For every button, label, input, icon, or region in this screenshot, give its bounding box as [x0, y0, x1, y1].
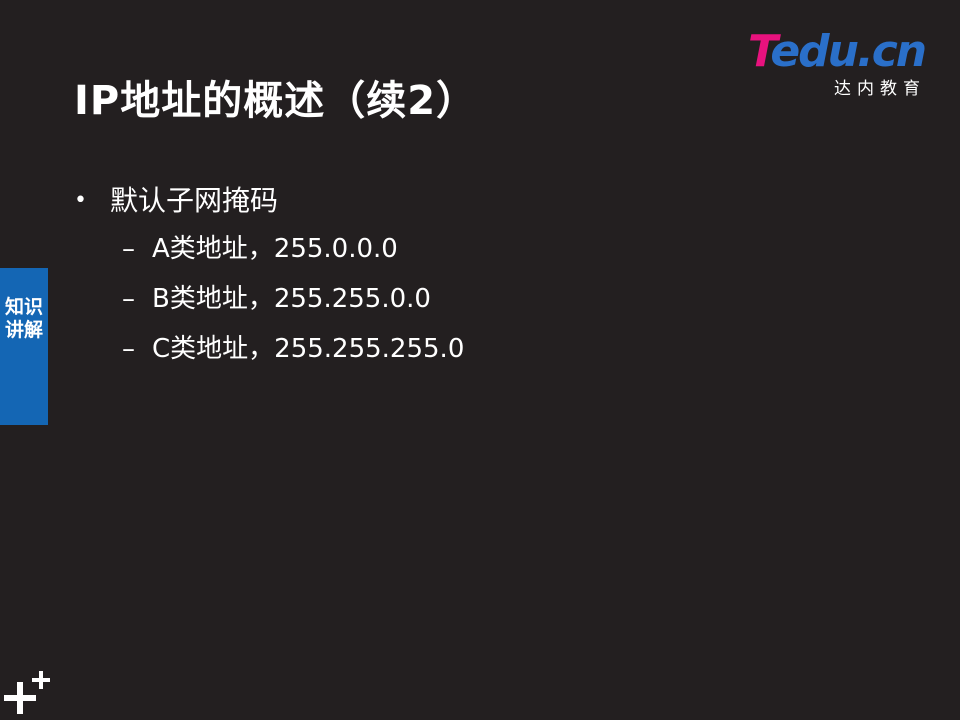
sub-bullet-dash: –: [122, 234, 135, 264]
sub-bullet-dash: –: [122, 334, 135, 364]
section-tab-label: 知识讲解: [4, 296, 43, 341]
bullet-dot: •: [74, 188, 87, 213]
logo-letter-t: T: [748, 26, 772, 77]
bullet-text: 默认子网掩码: [110, 184, 279, 217]
bullet-item: • 默认子网掩码: [74, 178, 874, 224]
tedu-logo: Tedu.cn 达内教育: [748, 26, 930, 100]
logo-domain: edu.cn: [770, 26, 927, 77]
sub-bullet-text: B类地址，255.255.0.0: [152, 284, 431, 314]
logo-wordmark: Tedu.cn: [748, 26, 927, 77]
slide: IP地址的概述（续2） Tedu.cn 达内教育 • 默认子网掩码 – A类地址…: [0, 0, 960, 720]
section-tab: 知识讲解: [0, 268, 48, 425]
sub-bullet-item: – C类地址，255.255.255.0: [74, 324, 874, 374]
sub-bullet-dash: –: [122, 284, 135, 314]
sub-bullet-item: – B类地址，255.255.0.0: [74, 274, 874, 324]
sub-bullet-item: – A类地址，255.0.0.0: [74, 224, 874, 274]
slide-content: • 默认子网掩码 – A类地址，255.0.0.0 – B类地址，255.255…: [74, 178, 874, 374]
sub-bullet-text: A类地址，255.0.0.0: [152, 234, 398, 264]
plus-icon: [4, 670, 52, 716]
logo-subtitle: 达内教育: [834, 79, 926, 99]
slide-title: IP地址的概述（续2）: [74, 78, 478, 124]
sub-bullet-text: C类地址，255.255.255.0: [152, 334, 465, 364]
